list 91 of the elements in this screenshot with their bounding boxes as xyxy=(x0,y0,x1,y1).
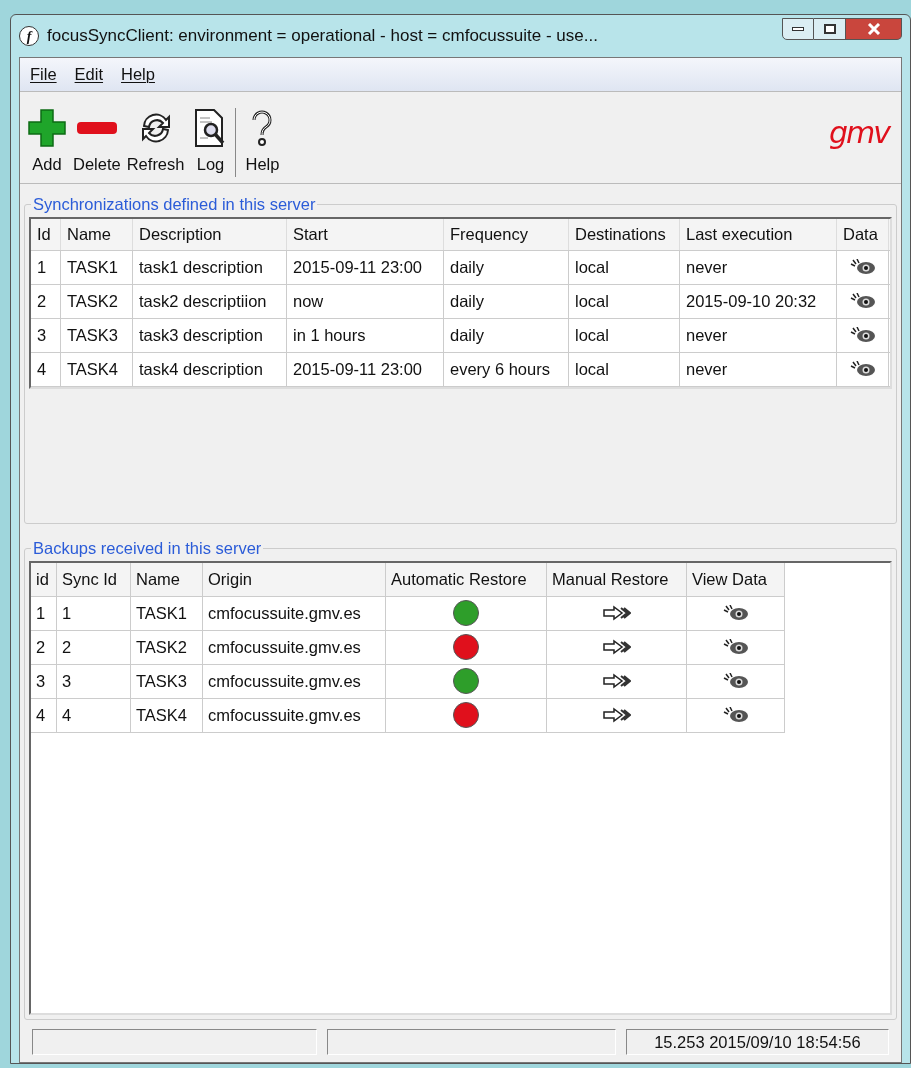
toolbar-button[interactable]: Delete xyxy=(70,108,124,177)
column-header[interactable]: id xyxy=(31,562,57,597)
eye-icon[interactable] xyxy=(849,259,876,276)
table-cell: daily xyxy=(444,250,569,284)
table-cell: never xyxy=(680,318,837,352)
menu-item[interactable]: File xyxy=(30,62,57,87)
column-header[interactable]: Description xyxy=(133,218,287,250)
menu-item[interactable]: Edit xyxy=(74,62,104,87)
table-cell: TASK4 xyxy=(131,698,203,733)
minimize-button[interactable] xyxy=(782,18,814,40)
column-header[interactable]: Data xyxy=(837,218,889,250)
table-cell: TASK3 xyxy=(61,318,133,352)
logo: gmv xyxy=(828,114,889,152)
close-icon xyxy=(866,23,881,35)
toolbar-button[interactable]: Log xyxy=(187,108,234,177)
table-cell: local xyxy=(569,250,680,284)
table-cell: cmfocussuite.gmv.es xyxy=(203,664,386,699)
maximize-button[interactable] xyxy=(814,18,846,40)
table-cell: now xyxy=(287,284,444,318)
table-cell: 2 xyxy=(31,284,61,318)
table-cell: 2015-09-11 23:00 xyxy=(287,250,444,284)
app-icon: f xyxy=(19,26,39,46)
eye-icon[interactable] xyxy=(849,293,876,310)
table-cell: TASK3 xyxy=(131,664,203,699)
table-cell: TASK2 xyxy=(61,284,133,318)
eye-icon[interactable] xyxy=(722,673,749,690)
table-cell: 3 xyxy=(57,664,131,699)
table-cell: task1 description xyxy=(133,250,287,284)
column-header[interactable]: Frequency xyxy=(444,218,569,250)
eye-icon[interactable] xyxy=(722,639,749,656)
table-cell: never xyxy=(680,352,837,386)
arrow-icon[interactable] xyxy=(602,639,631,656)
table-cell: 2 xyxy=(57,630,131,665)
table-cell: 4 xyxy=(31,352,61,386)
table-cell: in 1 hours xyxy=(287,318,444,352)
table-cell: TASK2 xyxy=(131,630,203,665)
toolbar-button[interactable]: Add xyxy=(24,108,70,177)
column-header[interactable]: Last execution xyxy=(680,218,837,250)
table-cell: daily xyxy=(444,318,569,352)
group-title: Backups received in this server xyxy=(32,538,263,559)
group-title: Synchronizations defined in this server xyxy=(32,194,317,215)
table-cell: 1 xyxy=(57,596,131,631)
eye-icon[interactable] xyxy=(722,707,749,724)
close-button[interactable] xyxy=(846,18,902,40)
table-cell: daily xyxy=(444,284,569,318)
menu-item[interactable]: Help xyxy=(121,62,155,87)
column-header[interactable]: Id xyxy=(31,218,61,250)
window-title: focusSyncClient: environment = operational - host = cmfocussuite - use... xyxy=(47,25,599,48)
table-cell: local xyxy=(569,284,680,318)
column-header[interactable]: Origin xyxy=(203,562,386,597)
table-cell: cmfocussuite.gmv.es xyxy=(203,630,386,665)
column-header[interactable]: Name xyxy=(61,218,133,250)
toolbar-button[interactable]: Refresh xyxy=(123,108,188,177)
table-cell: 2015-09-10 20:32 xyxy=(680,284,837,318)
toolbar-button[interactable]: Help xyxy=(242,108,283,177)
column-header[interactable]: Manual Restore xyxy=(547,562,687,597)
table-cell: 2 xyxy=(31,630,57,665)
arrow-icon[interactable] xyxy=(602,673,631,690)
table-cell: 1 xyxy=(31,250,61,284)
table-cell: local xyxy=(569,318,680,352)
status-text: 15.253 2015/09/10 18:54:56 xyxy=(625,1029,889,1055)
table-cell: task3 description xyxy=(133,318,287,352)
table-cell: 4 xyxy=(31,698,57,733)
table-cell: 1 xyxy=(31,596,57,631)
table-cell: 4 xyxy=(57,698,131,733)
table-cell: TASK1 xyxy=(61,250,133,284)
table-cell: task4 description xyxy=(133,352,287,386)
table-cell: local xyxy=(569,352,680,386)
table-cell: 3 xyxy=(31,318,61,352)
column-header[interactable]: Automatic Restore xyxy=(386,562,547,597)
plus-icon xyxy=(27,108,67,149)
table-cell: TASK1 xyxy=(131,596,203,631)
table-cell: 3 xyxy=(31,664,57,699)
table-cell: every 6 hours xyxy=(444,352,569,386)
eye-icon[interactable] xyxy=(722,605,749,622)
table-cell: TASK4 xyxy=(61,352,133,386)
table-cell: never xyxy=(680,250,837,284)
eye-icon[interactable] xyxy=(849,361,876,378)
column-header[interactable]: Sync Id xyxy=(57,562,131,597)
arrow-icon[interactable] xyxy=(602,707,631,724)
column-header[interactable]: Name xyxy=(131,562,203,597)
table-cell: 2015-09-11 23:00 xyxy=(287,352,444,386)
column-header[interactable]: Start xyxy=(287,218,444,250)
eye-icon[interactable] xyxy=(849,327,876,344)
column-header[interactable]: View Data xyxy=(687,562,785,597)
table-cell: cmfocussuite.gmv.es xyxy=(203,596,386,631)
column-header[interactable]: Destinations xyxy=(569,218,680,250)
arrow-icon[interactable] xyxy=(602,605,631,622)
minus-icon xyxy=(76,122,117,135)
table-cell: cmfocussuite.gmv.es xyxy=(203,698,386,733)
table-cell: task2 descriptiion xyxy=(133,284,287,318)
